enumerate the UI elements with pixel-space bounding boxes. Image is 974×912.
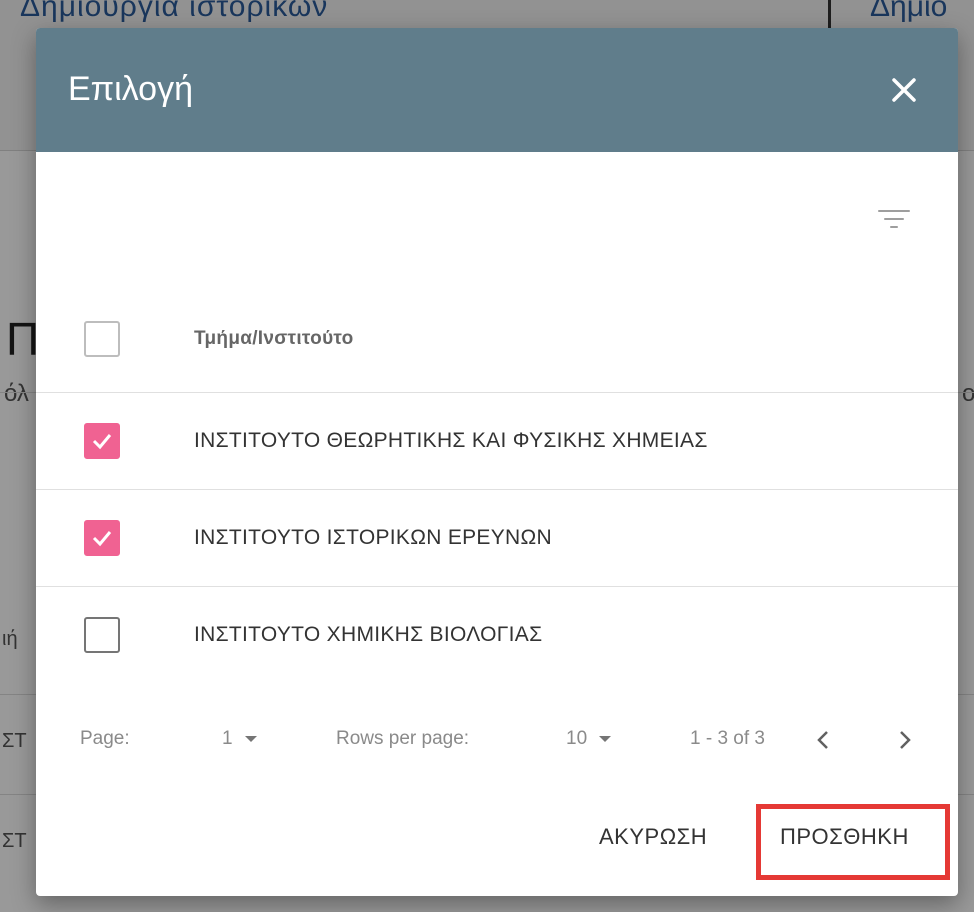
- chevron-right-icon: [900, 731, 911, 749]
- page-label: Page:: [80, 728, 130, 749]
- check-icon: [92, 434, 112, 450]
- select-all-checkbox[interactable]: [84, 321, 120, 357]
- column-header-department: Τμήμα/Ινστιτούτο: [194, 328, 354, 349]
- next-page-button[interactable]: [886, 722, 922, 758]
- row-label: ΙΝΣΤΙΤΟΥΤΟ ΙΣΤΟΡΙΚΩΝ ΕΡΕΥΝΩΝ: [194, 526, 552, 549]
- row-checkbox[interactable]: [84, 423, 120, 459]
- pagination-bar: Page: 1 Rows per page: 10 1 - 3 of 3: [36, 718, 958, 764]
- dialog-title: Επιλογή: [68, 70, 193, 108]
- chevron-down-icon: [599, 735, 612, 742]
- table-row[interactable]: ΙΝΣΤΙΤΟΥΤΟ ΘΕΩΡΗΤΙΚΗΣ ΚΑΙ ΦΥΣΙΚΗΣ ΧΗΜΕΙΑ…: [36, 393, 958, 490]
- table-header-row: Τμήμα/Ινστιτούτο: [36, 286, 958, 393]
- page-value: 1: [222, 728, 233, 749]
- dialog-actions: ΑΚΥΡΩΣΗ ΠΡΟΣΘΗΚΗ: [36, 800, 958, 890]
- add-button[interactable]: ΠΡΟΣΘΗΚΗ: [780, 824, 909, 850]
- check-icon: [92, 531, 112, 547]
- selection-dialog: Επιλογή Τμήμα/Ινστιτούτο ΙΝΣΤΙΤΟΥΤΟ ΘΕΩΡ…: [36, 28, 958, 896]
- previous-page-button[interactable]: [806, 722, 842, 758]
- table-row[interactable]: ΙΝΣΤΙΤΟΥΤΟ ΙΣΤΟΡΙΚΩΝ ΕΡΕΥΝΩΝ: [36, 490, 958, 587]
- row-checkbox[interactable]: [84, 617, 120, 653]
- dialog-header: Επιλογή: [36, 28, 958, 152]
- row-label: ΙΝΣΤΙΤΟΥΤΟ ΘΕΩΡΗΤΙΚΗΣ ΚΑΙ ΦΥΣΙΚΗΣ ΧΗΜΕΙΑ…: [194, 429, 708, 452]
- range-text: 1 - 3 of 3: [690, 728, 765, 749]
- cancel-button[interactable]: ΑΚΥΡΩΣΗ: [599, 824, 707, 850]
- selection-table: Τμήμα/Ινστιτούτο ΙΝΣΤΙΤΟΥΤΟ ΘΕΩΡΗΤΙΚΗΣ Κ…: [36, 286, 958, 683]
- rows-per-page-label: Rows per page:: [336, 728, 470, 749]
- chevron-down-icon: [244, 735, 257, 742]
- table-row[interactable]: ΙΝΣΤΙΤΟΥΤΟ ΧΗΜΙΚΗΣ ΒΙΟΛΟΓΙΑΣ: [36, 587, 958, 683]
- rows-per-page-select[interactable]: 10: [566, 728, 612, 750]
- filter-button[interactable]: [874, 204, 914, 234]
- page-select[interactable]: 1: [222, 728, 257, 750]
- close-icon: [892, 78, 916, 102]
- rows-per-page-value: 10: [566, 728, 588, 749]
- chevron-left-icon: [817, 731, 828, 749]
- row-checkbox[interactable]: [84, 520, 120, 556]
- row-label: ΙΝΣΤΙΤΟΥΤΟ ΧΗΜΙΚΗΣ ΒΙΟΛΟΓΙΑΣ: [194, 623, 543, 646]
- close-button[interactable]: [882, 68, 926, 112]
